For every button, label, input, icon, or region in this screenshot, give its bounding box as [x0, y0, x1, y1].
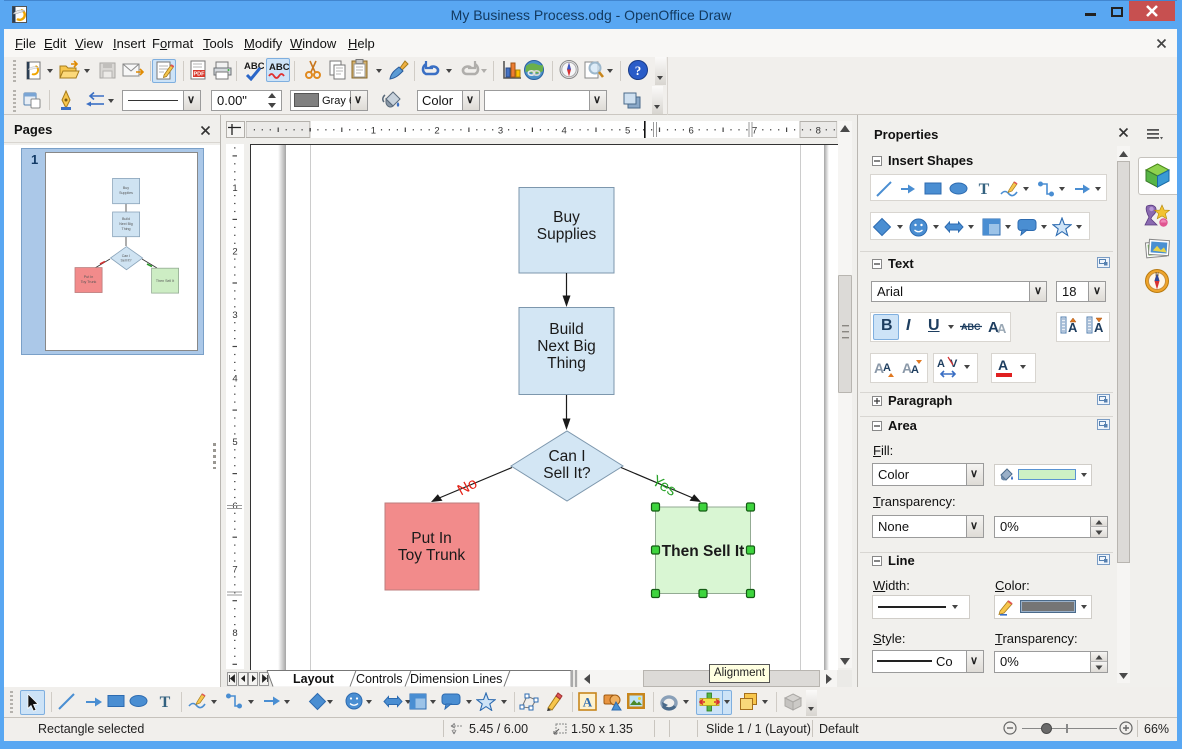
svg-text:T: T: [160, 694, 171, 710]
svg-text:ABC: ABC: [244, 61, 264, 72]
svg-text:Put In: Put In: [84, 275, 93, 279]
svg-text:N: N: [1155, 272, 1159, 278]
svg-text:Build: Build: [122, 217, 130, 221]
svg-text:7: 7: [232, 564, 237, 575]
svg-text:Thing: Thing: [122, 227, 131, 231]
svg-text:PDF: PDF: [194, 72, 206, 78]
svg-text:No: No: [455, 475, 481, 499]
svg-text:A: A: [583, 695, 593, 710]
svg-text:6: 6: [689, 126, 694, 137]
svg-text:4: 4: [561, 126, 566, 137]
svg-text:V: V: [950, 358, 958, 370]
svg-text:A: A: [997, 321, 1007, 335]
svg-text:Buy: Buy: [123, 186, 129, 190]
svg-text:A: A: [998, 357, 1008, 373]
svg-text:Put In: Put In: [411, 530, 452, 547]
svg-text:Can I: Can I: [122, 254, 131, 258]
svg-text:?: ?: [635, 63, 642, 78]
svg-text:Then Sell It: Then Sell It: [662, 543, 745, 560]
svg-text:2: 2: [434, 126, 439, 137]
svg-text:A: A: [937, 358, 945, 370]
svg-text:Supplies: Supplies: [119, 191, 133, 195]
svg-text:Buy: Buy: [553, 209, 580, 226]
svg-text:Next Big: Next Big: [537, 338, 596, 355]
svg-text:Thing: Thing: [547, 355, 586, 372]
svg-text:1: 1: [371, 126, 376, 137]
svg-text:Sell It?: Sell It?: [543, 465, 591, 482]
svg-text:5: 5: [232, 437, 237, 448]
svg-text:3: 3: [498, 126, 503, 137]
svg-text:Toy Trunk: Toy Trunk: [398, 547, 465, 564]
svg-text:4: 4: [232, 374, 237, 385]
svg-text:Toy Trunk: Toy Trunk: [81, 280, 97, 284]
svg-text:1: 1: [232, 183, 237, 194]
svg-text:A: A: [883, 362, 891, 374]
svg-text:A: A: [911, 364, 919, 376]
svg-text:Sell It?: Sell It?: [121, 259, 132, 263]
svg-text:Supplies: Supplies: [537, 226, 597, 243]
svg-text:ABC: ABC: [269, 62, 289, 73]
svg-text:Yes: Yes: [649, 472, 680, 500]
svg-text:8: 8: [816, 126, 821, 137]
svg-text:3: 3: [232, 310, 237, 321]
svg-text:T: T: [979, 181, 990, 197]
svg-text:2: 2: [232, 247, 237, 258]
svg-text:Can I: Can I: [548, 448, 585, 465]
svg-text:6: 6: [232, 501, 237, 512]
svg-text:5: 5: [625, 126, 630, 137]
svg-text:8: 8: [232, 628, 237, 639]
svg-text:Build: Build: [549, 321, 583, 338]
svg-text:Then Sell It: Then Sell It: [156, 279, 174, 283]
svg-text:Next Big: Next Big: [119, 222, 133, 226]
svg-text:7: 7: [752, 126, 757, 137]
